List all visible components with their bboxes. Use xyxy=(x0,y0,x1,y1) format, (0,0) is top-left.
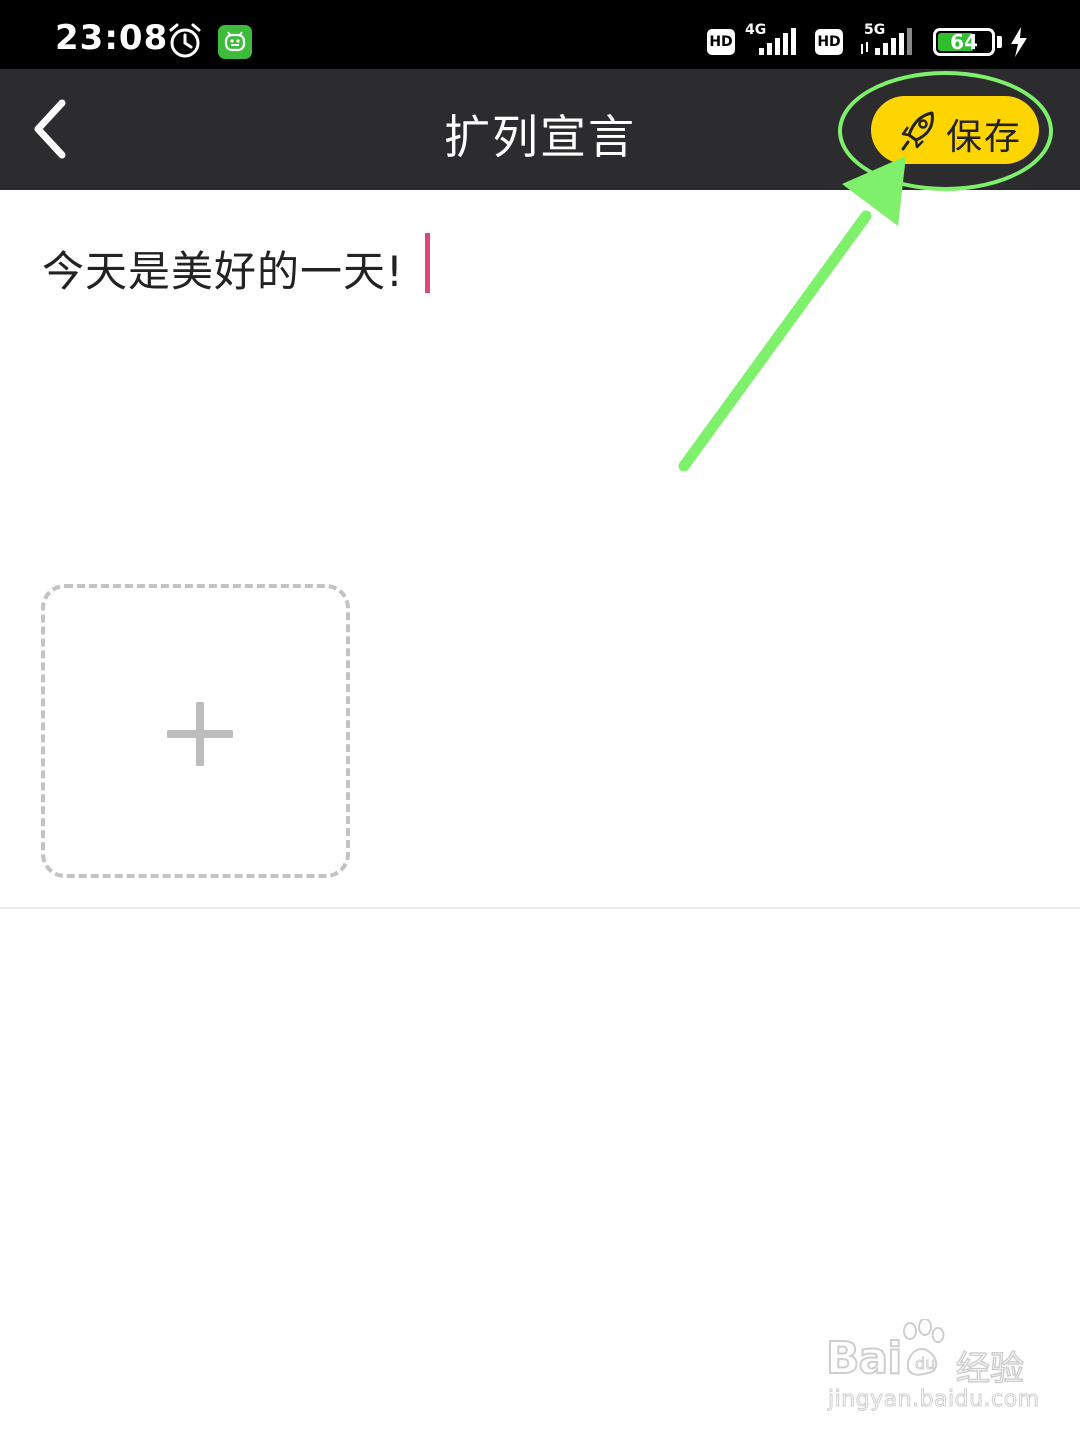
status-bar: 23:08 HD 4G HD 5G 64 xyxy=(0,0,1080,69)
save-button-label: 保存 xyxy=(946,117,1023,158)
alarm-icon xyxy=(169,23,201,58)
battery-icon: 64 xyxy=(933,28,995,56)
signal-icon xyxy=(759,28,796,55)
paw-icon: du xyxy=(903,1319,945,1376)
battery-cap xyxy=(997,36,1002,48)
app-header: 扩列宣言 保存 xyxy=(0,69,1080,190)
app-notification-icon xyxy=(218,25,252,59)
watermark-suffix: 经验 xyxy=(955,1348,1025,1390)
status-time: 23:08 xyxy=(55,18,169,58)
svg-text:du: du xyxy=(915,1354,935,1373)
declaration-text-input[interactable]: 今天是美好的一天! xyxy=(42,238,404,299)
watermark-url: jingyan.baidu.com xyxy=(828,1387,1040,1413)
hd-badge: HD xyxy=(707,29,735,55)
add-image-button[interactable] xyxy=(41,584,350,878)
watermark-logo: Bai xyxy=(825,1332,903,1385)
divider xyxy=(0,907,1080,909)
battery-level: 64 xyxy=(950,30,978,54)
rocket-icon xyxy=(901,111,934,151)
charging-icon xyxy=(1011,27,1027,57)
plus-icon xyxy=(167,702,233,766)
baidu-jingyan-watermark: Bai du 经验 jingyan.baidu.com xyxy=(825,1319,1040,1418)
hd-badge: HD xyxy=(815,29,843,55)
text-cursor xyxy=(425,233,430,293)
signal-icon xyxy=(861,28,912,55)
save-button[interactable]: 保存 xyxy=(871,96,1039,164)
